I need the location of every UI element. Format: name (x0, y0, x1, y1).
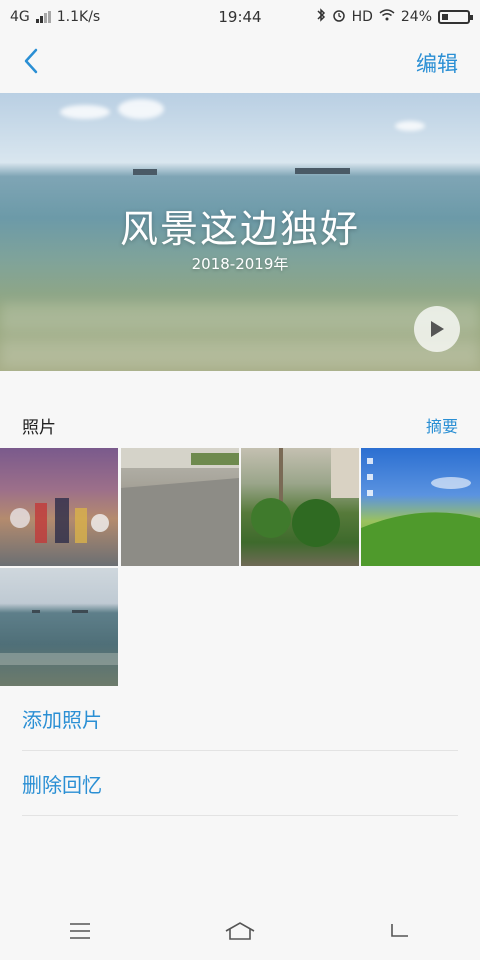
home-button[interactable] (210, 911, 270, 951)
memory-cover[interactable]: 风景这边独好 2018-2019年 (0, 93, 480, 371)
memory-date-range: 2018-2019年 (191, 255, 289, 273)
battery-icon (438, 10, 473, 24)
wifi-icon (379, 9, 395, 25)
hd-indicator: HD (351, 9, 373, 25)
play-icon (431, 321, 444, 337)
photos-section-title: 照片 (22, 417, 56, 438)
menu-icon (70, 923, 90, 939)
delete-memory-button[interactable]: 删除回忆 (22, 752, 458, 816)
network-type: 4G (10, 9, 30, 25)
photo-thumbnail-5[interactable] (0, 568, 118, 686)
edit-button[interactable]: 编辑 (416, 48, 458, 78)
bluetooth-icon (316, 8, 326, 26)
back-button[interactable] (22, 47, 40, 79)
photo-thumbnail-1[interactable] (0, 448, 118, 566)
menu-button[interactable] (50, 911, 110, 951)
status-time: 19:44 (218, 8, 262, 26)
photos-section-header: 照片 摘要 (22, 408, 458, 442)
network-speed: 1.1K/s (56, 9, 101, 25)
status-bar: 4G 1.1K/s 19:44 HD 24% (0, 0, 480, 34)
photo-thumbnail-4[interactable] (361, 448, 480, 566)
home-icon (225, 922, 255, 940)
system-back-button[interactable] (370, 911, 430, 951)
alarm-icon (332, 8, 346, 26)
system-nav-bar (0, 902, 480, 960)
play-button[interactable] (414, 306, 460, 352)
photo-thumbnail-2[interactable] (121, 448, 239, 566)
back-icon (391, 924, 408, 937)
battery-percent: 24% (400, 9, 432, 25)
signal-icon (35, 11, 51, 23)
chevron-left-icon (24, 48, 38, 74)
memory-title: 风景这边独好 (119, 207, 360, 251)
add-photos-button[interactable]: 添加照片 (22, 687, 458, 751)
top-nav: 编辑 (0, 34, 480, 92)
photo-thumbnail-3[interactable] (241, 448, 359, 566)
summary-button[interactable]: 摘要 (426, 413, 458, 437)
